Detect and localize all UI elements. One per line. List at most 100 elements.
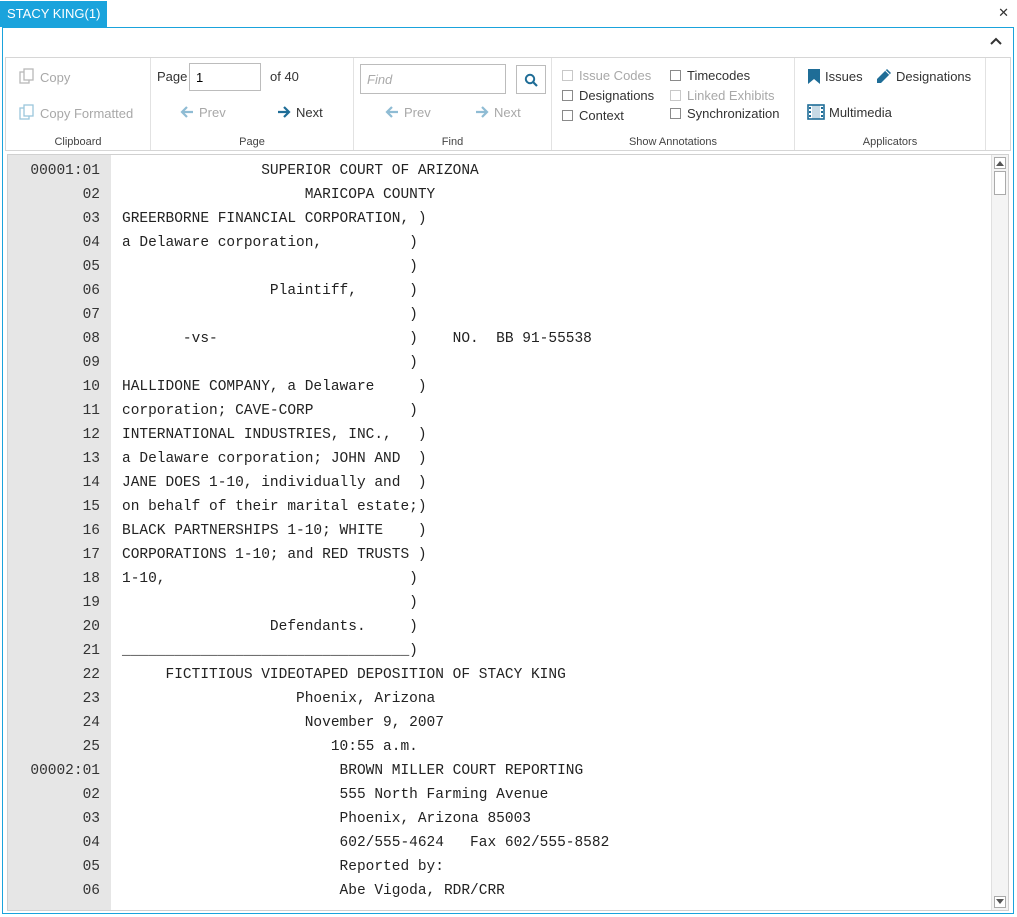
linked-exhibits-checkbox[interactable]: Linked Exhibits xyxy=(670,88,774,103)
designations-label: Designations xyxy=(579,88,655,103)
find-prev-button[interactable]: Prev xyxy=(384,104,431,120)
line-text: JANE DOES 1-10, individually and ) xyxy=(122,475,427,491)
checkbox-box xyxy=(670,70,681,81)
transcript-line[interactable]: 02 555 North Farming Avenue xyxy=(8,783,988,807)
transcript-line[interactable]: 05 ) xyxy=(8,255,988,279)
close-tab-icon[interactable]: ✕ xyxy=(998,5,1009,21)
line-number: 19 xyxy=(82,595,100,611)
transcript-line[interactable]: 06 Plaintiff, ) xyxy=(8,279,988,303)
page-group: Page of 40 Prev Next Page xyxy=(151,58,354,150)
film-icon xyxy=(807,104,825,120)
line-text: HALLIDONE COMPANY, a Delaware ) xyxy=(122,379,427,395)
transcript-line[interactable]: 10 HALLIDONE COMPANY, a Delaware ) xyxy=(8,375,988,399)
line-text: FICTITIOUS VIDEOTAPED DEPOSITION OF STAC… xyxy=(122,667,566,683)
transcript-line[interactable]: 03 GREERBORNE FINANCIAL CORPORATION, ) xyxy=(8,207,988,231)
find-search-button[interactable] xyxy=(516,65,546,94)
page-next-button[interactable]: Next xyxy=(276,104,323,120)
transcript-line[interactable]: 13 a Delaware corporation; JOHN AND ) xyxy=(8,447,988,471)
line-number: 00002:01 xyxy=(30,763,100,779)
transcript-line[interactable]: 14 JANE DOES 1-10, individually and ) xyxy=(8,471,988,495)
line-text: Defendants. ) xyxy=(122,619,418,635)
scroll-up-button[interactable] xyxy=(994,157,1006,169)
transcript-line[interactable]: 05 Reported by: xyxy=(8,855,988,879)
line-number: 04 xyxy=(82,835,100,851)
search-icon xyxy=(524,73,538,87)
context-checkbox[interactable]: Context xyxy=(562,108,624,123)
transcript-line[interactable]: 00002:01 BROWN MILLER COURT REPORTING xyxy=(8,759,988,783)
line-number: 10 xyxy=(82,379,100,395)
timecodes-label: Timecodes xyxy=(687,68,751,83)
transcript-viewer[interactable]: 00001:01 SUPERIOR COURT OF ARIZONA 02 MAR… xyxy=(7,154,1009,911)
transcript-line[interactable]: 15 on behalf of their marital estate;) xyxy=(8,495,988,519)
transcript-line[interactable]: 17 CORPORATIONS 1-10; and RED TRUSTS ) xyxy=(8,543,988,567)
issues-label: Issues xyxy=(825,69,863,84)
issues-button[interactable]: Issues xyxy=(807,68,863,85)
bookmark-icon xyxy=(808,69,820,84)
page-label: Page xyxy=(157,69,188,84)
page-next-label: Next xyxy=(296,104,323,120)
designations-button[interactable]: Designations xyxy=(876,68,971,84)
line-text: INTERNATIONAL INDUSTRIES, INC., ) xyxy=(122,427,427,443)
line-number: 06 xyxy=(82,883,100,899)
document-tab[interactable]: STACY KING(1) xyxy=(0,1,108,27)
transcript-line[interactable]: 16 BLACK PARTNERSHIPS 1-10; WHITE ) xyxy=(8,519,988,543)
transcript-line[interactable]: 06 Abe Vigoda, RDR/CRR xyxy=(8,879,988,903)
line-text: corporation; CAVE-CORP ) xyxy=(122,403,418,419)
show-annotations-group-label: Show Annotations xyxy=(628,136,718,148)
page-group-label: Page xyxy=(239,136,265,148)
applicators-group: Issues Designations Multimedia Applicato… xyxy=(795,58,986,150)
line-number: 05 xyxy=(82,859,100,875)
line-number: 08 xyxy=(82,331,100,347)
line-number: 13 xyxy=(82,451,100,467)
transcript-line[interactable]: 18 1-10, ) xyxy=(8,567,988,591)
transcript-line[interactable]: 04 602/555-4624 Fax 602/555-8582 xyxy=(8,831,988,855)
line-text: BLACK PARTNERSHIPS 1-10; WHITE ) xyxy=(122,523,427,539)
find-input[interactable] xyxy=(360,64,506,94)
transcript-line[interactable]: 12 INTERNATIONAL INDUSTRIES, INC., ) xyxy=(8,423,988,447)
find-group: Prev Next Find xyxy=(354,58,552,150)
transcript-line[interactable]: 23 Phoenix, Arizona xyxy=(8,687,988,711)
copy-button[interactable]: Copy xyxy=(18,68,70,86)
transcript-line[interactable]: 09 ) xyxy=(8,351,988,375)
multimedia-button[interactable]: Multimedia xyxy=(807,104,892,120)
transcript-line[interactable]: 08 -vs- ) NO. BB 91-55538 xyxy=(8,327,988,351)
transcript-line[interactable]: 19 ) xyxy=(8,591,988,615)
chevron-up-icon[interactable] xyxy=(989,34,1003,48)
synchronization-checkbox[interactable]: Synchronization xyxy=(670,106,780,121)
line-number: 03 xyxy=(82,811,100,827)
page-prev-button[interactable]: Prev xyxy=(179,104,226,120)
transcript-line[interactable]: 07 ) xyxy=(8,303,988,327)
checkbox-box xyxy=(670,108,681,119)
page-number-input[interactable] xyxy=(189,63,261,91)
caret-up-icon xyxy=(996,161,1004,166)
transcript-line[interactable]: 24 November 9, 2007 xyxy=(8,711,988,735)
transcript-line[interactable]: 25 10:55 a.m. xyxy=(8,735,988,759)
line-number: 12 xyxy=(82,427,100,443)
copy-formatted-button[interactable]: Copy Formatted xyxy=(18,104,133,122)
show-annotations-group: Issue Codes Designations Context Timecod… xyxy=(552,58,795,150)
transcript-line[interactable]: 03 Phoenix, Arizona 85003 xyxy=(8,807,988,831)
page-total: of 40 xyxy=(270,69,299,84)
vertical-scrollbar[interactable] xyxy=(991,155,1008,910)
transcript-line[interactable]: 22 FICTITIOUS VIDEOTAPED DEPOSITION OF S… xyxy=(8,663,988,687)
scroll-thumb[interactable] xyxy=(994,171,1006,195)
transcript-line[interactable]: 21 _________________________________) xyxy=(8,639,988,663)
tab-bar: STACY KING(1) ✕ xyxy=(0,0,1017,27)
line-text: GREERBORNE FINANCIAL CORPORATION, ) xyxy=(122,211,427,227)
transcript-lines: 00001:01 SUPERIOR COURT OF ARIZONA 02 MAR… xyxy=(8,155,988,903)
find-next-button[interactable]: Next xyxy=(474,104,521,120)
transcript-line[interactable]: 04 a Delaware corporation, ) xyxy=(8,231,988,255)
scroll-down-button[interactable] xyxy=(994,896,1006,908)
line-number: 02 xyxy=(82,787,100,803)
timecodes-checkbox[interactable]: Timecodes xyxy=(670,68,750,83)
transcript-line[interactable]: 00001:01 SUPERIOR COURT OF ARIZONA xyxy=(8,159,988,183)
transcript-line[interactable]: 20 Defendants. ) xyxy=(8,615,988,639)
caret-down-icon xyxy=(996,899,1004,904)
copy-formatted-icon xyxy=(19,104,34,120)
designations-checkbox[interactable]: Designations xyxy=(562,88,654,103)
transcript-line[interactable]: 02 MARICOPA COUNTY xyxy=(8,183,988,207)
issue-codes-checkbox[interactable]: Issue Codes xyxy=(562,68,651,83)
line-number: 04 xyxy=(82,235,100,251)
line-text: SUPERIOR COURT OF ARIZONA xyxy=(122,163,479,179)
transcript-line[interactable]: 11 corporation; CAVE-CORP ) xyxy=(8,399,988,423)
